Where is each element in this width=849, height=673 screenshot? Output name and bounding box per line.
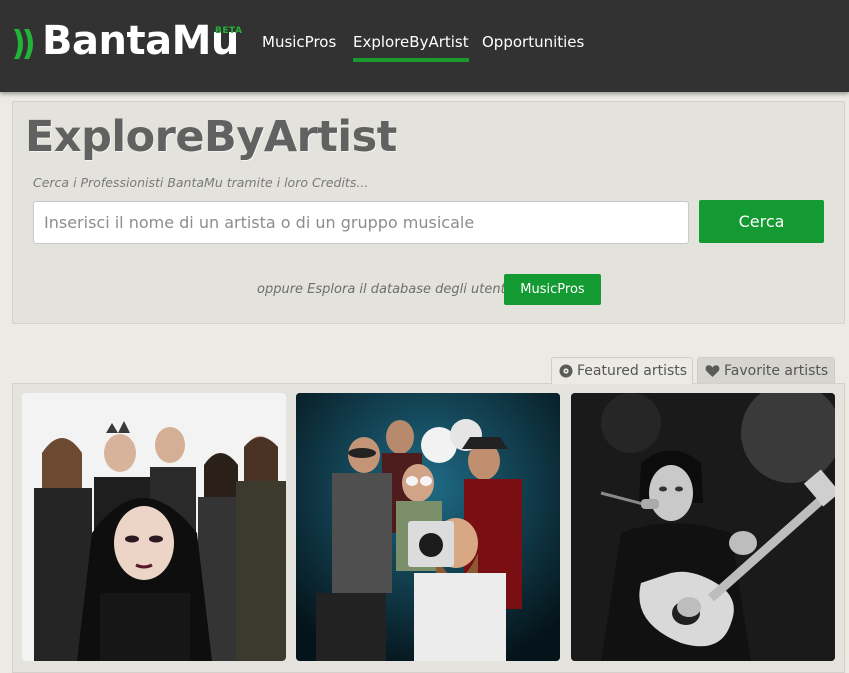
nav-item-explorebyartist[interactable]: ExploreByArtist: [353, 33, 469, 62]
explore-panel: ExploreByArtist Cerca i Professionisti B…: [12, 101, 845, 324]
tab-favorite-artists[interactable]: Favorite artists: [697, 357, 835, 383]
featured-artist-card[interactable]: [22, 393, 286, 661]
search-button[interactable]: Cerca: [699, 200, 824, 243]
nav-item-opportunities[interactable]: Opportunities: [482, 33, 584, 51]
featured-artist-card[interactable]: [571, 393, 835, 661]
explore-database-text: oppure Esplora il database degli utenti: [257, 282, 510, 297]
artist-photo: [22, 393, 286, 661]
tab-featured-artists[interactable]: Featured artists: [551, 357, 693, 384]
musicpros-button[interactable]: MusicPros: [504, 274, 601, 305]
artist-search-input[interactable]: [33, 201, 689, 244]
heart-icon: [705, 364, 720, 377]
bantamu-logo-icon: [14, 29, 33, 59]
artist-photo: [296, 393, 560, 661]
brand-name: BantaMu: [42, 18, 239, 64]
artist-photo: [571, 393, 835, 661]
disc-icon: [559, 364, 573, 378]
top-navigation-bar: BantaMu BETA MusicPros ExploreByArtist O…: [0, 0, 849, 92]
featured-artist-card[interactable]: [296, 393, 560, 661]
page-subtitle: Cerca i Professionisti BantaMu tramite i…: [33, 175, 369, 190]
beta-badge: BETA: [215, 26, 243, 36]
nav-item-musicpros[interactable]: MusicPros: [262, 33, 336, 51]
tab-featured-artists-label: Featured artists: [577, 363, 688, 379]
tab-favorite-artists-label: Favorite artists: [724, 362, 829, 379]
page-title: ExploreByArtist: [25, 112, 397, 162]
featured-artists-grid: [12, 383, 845, 673]
